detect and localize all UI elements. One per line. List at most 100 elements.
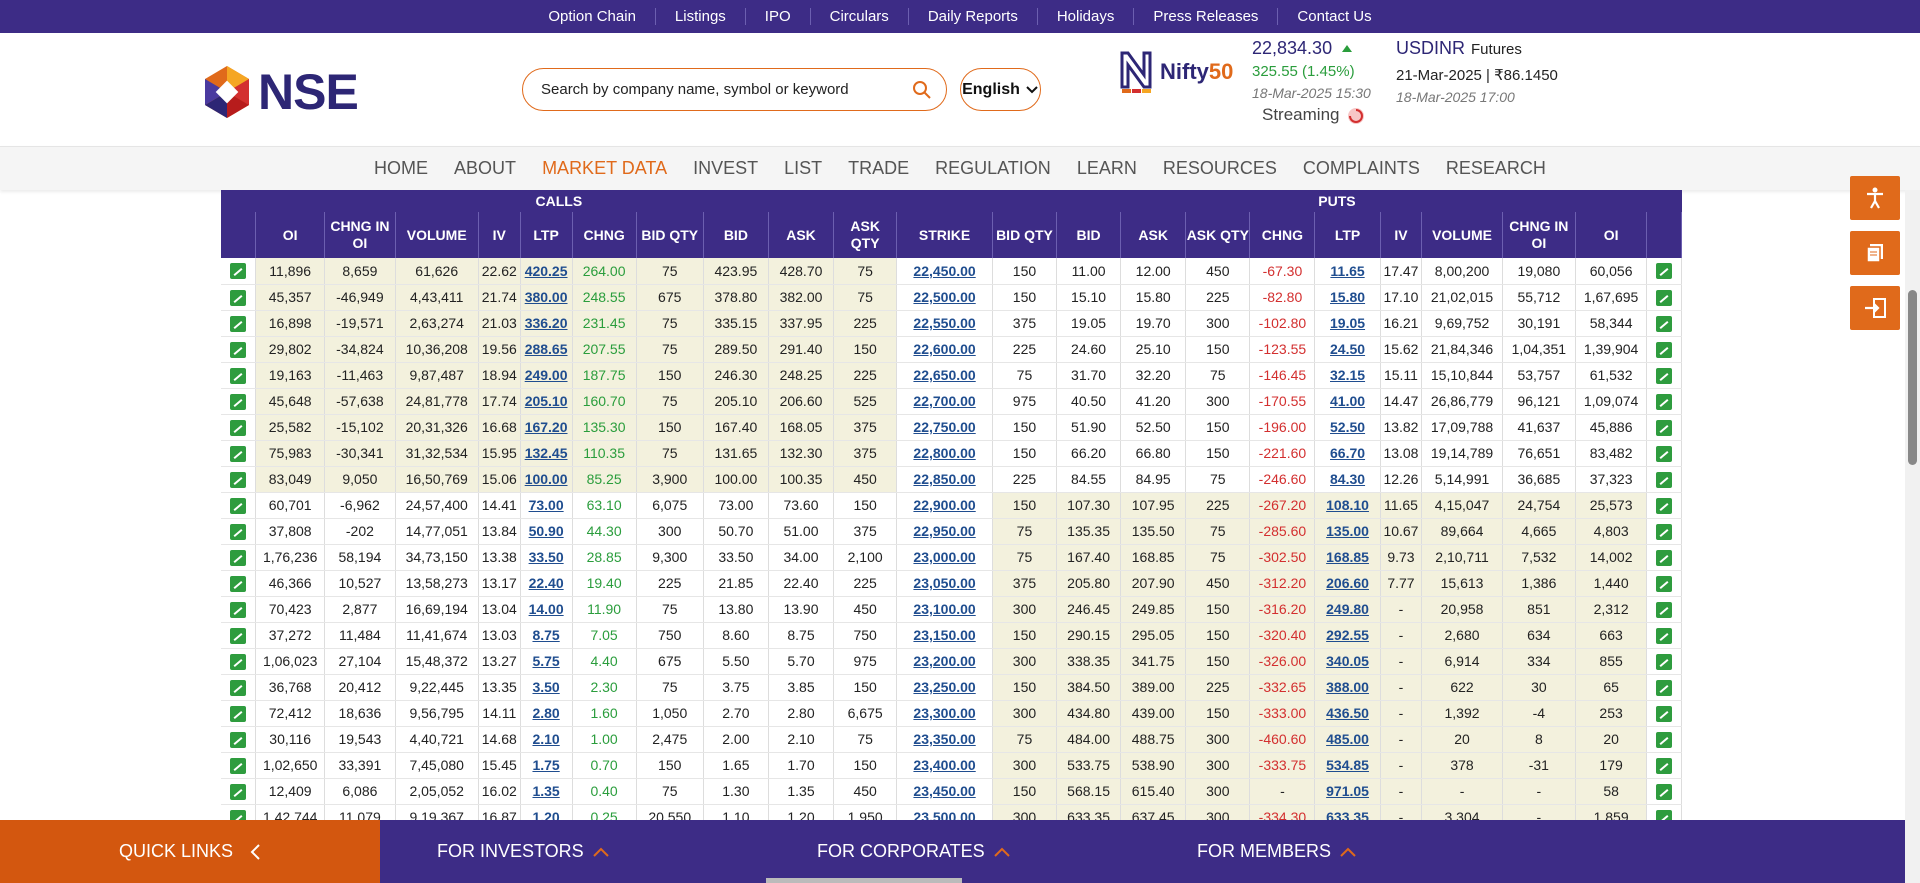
chart-icon[interactable] — [230, 497, 247, 514]
nav-home[interactable]: HOME — [374, 158, 428, 179]
quick-links-button[interactable]: QUICK LINKS — [0, 820, 380, 883]
col-header-ask-qty[interactable]: ASK QTY — [1185, 212, 1251, 258]
chart-icon[interactable] — [230, 627, 247, 644]
chart-icon[interactable] — [1656, 419, 1673, 436]
col-header-bid[interactable]: BID — [1056, 212, 1122, 258]
cell-ltp[interactable]: 41.00 — [1314, 388, 1381, 415]
chart-icon[interactable] — [1656, 471, 1673, 488]
cell-ltp[interactable]: 14.00 — [520, 596, 573, 623]
page-scrollbar[interactable] — [1905, 190, 1920, 883]
cell-strike[interactable]: 22,650.00 — [896, 362, 993, 389]
cell-ltp[interactable]: 1.20 — [520, 804, 573, 820]
chart-icon[interactable] — [1656, 627, 1673, 644]
for-corporates-button[interactable]: FOR CORPORATES — [817, 841, 1011, 862]
top-link-press-releases[interactable]: Press Releases — [1134, 8, 1279, 25]
cell-ltp[interactable]: 33.50 — [520, 544, 573, 571]
nifty50-logo[interactable]: Nifty50 — [1118, 49, 1233, 95]
nav-list[interactable]: LIST — [784, 158, 822, 179]
chart-icon[interactable] — [1656, 315, 1673, 332]
cell-ltp[interactable]: 132.45 — [520, 440, 573, 467]
cell-strike[interactable]: 22,500.00 — [896, 284, 993, 311]
top-link-option-chain[interactable]: Option Chain — [529, 8, 656, 25]
chart-icon[interactable] — [230, 445, 247, 462]
col-header-chng[interactable]: CHNG — [1249, 212, 1316, 258]
chart-icon[interactable] — [1656, 497, 1673, 514]
top-link-ipo[interactable]: IPO — [746, 8, 811, 25]
cell-ltp[interactable]: 2.10 — [520, 726, 573, 753]
cell-ltp[interactable]: 380.00 — [520, 284, 573, 311]
col-header-oi[interactable]: OI — [255, 212, 326, 258]
cell-ltp[interactable]: 534.85 — [1314, 752, 1381, 779]
cell-ltp[interactable]: 249.00 — [520, 362, 573, 389]
cell-ltp[interactable]: 206.60 — [1314, 570, 1381, 597]
chart-icon[interactable] — [1656, 809, 1673, 820]
scrollbar-thumb[interactable] — [1908, 290, 1917, 465]
chart-icon[interactable] — [1656, 653, 1673, 670]
chart-icon[interactable] — [230, 289, 247, 306]
cell-strike[interactable]: 23,250.00 — [896, 674, 993, 701]
top-link-contact-us[interactable]: Contact Us — [1278, 8, 1390, 25]
chart-icon[interactable] — [1656, 549, 1673, 566]
cell-strike[interactable]: 22,900.00 — [896, 492, 993, 519]
cell-ltp[interactable]: 1.75 — [520, 752, 573, 779]
cell-strike[interactable]: 23,300.00 — [896, 700, 993, 727]
cell-strike[interactable]: 23,400.00 — [896, 752, 993, 779]
top-link-daily-reports[interactable]: Daily Reports — [909, 8, 1038, 25]
cell-strike[interactable]: 22,750.00 — [896, 414, 993, 441]
cell-ltp[interactable]: 11.65 — [1314, 258, 1381, 285]
cell-ltp[interactable]: 50.90 — [520, 518, 573, 545]
col-header-ltp[interactable]: LTP — [1314, 212, 1381, 258]
chart-icon[interactable] — [230, 653, 247, 670]
chart-icon[interactable] — [230, 341, 247, 358]
nav-regulation[interactable]: REGULATION — [935, 158, 1051, 179]
cell-ltp[interactable]: 84.30 — [1314, 466, 1381, 493]
col-header-strike[interactable]: STRIKE — [896, 212, 993, 258]
chart-icon[interactable] — [1656, 731, 1673, 748]
cell-ltp[interactable]: 292.55 — [1314, 622, 1381, 649]
cell-ltp[interactable]: 19.05 — [1314, 310, 1381, 337]
nav-market-data[interactable]: MARKET DATA — [542, 158, 667, 179]
cell-strike[interactable]: 22,450.00 — [896, 258, 993, 285]
cell-strike[interactable]: 22,850.00 — [896, 466, 993, 493]
col-header-volume[interactable]: VOLUME — [1421, 212, 1503, 258]
col-header-bid[interactable]: BID — [703, 212, 769, 258]
usdinr-ticker[interactable]: USDINR Futures 21-Mar-2025 | ₹86.1450 18-… — [1396, 38, 1586, 105]
for-investors-button[interactable]: FOR INVESTORS — [437, 841, 610, 862]
chart-icon[interactable] — [230, 757, 247, 774]
chart-icon[interactable] — [1656, 289, 1673, 306]
cell-ltp[interactable]: 336.20 — [520, 310, 573, 337]
nav-invest[interactable]: INVEST — [693, 158, 758, 179]
cell-ltp[interactable]: 135.00 — [1314, 518, 1381, 545]
horizontal-scrollbar[interactable] — [766, 878, 962, 883]
nav-complaints[interactable]: COMPLAINTS — [1303, 158, 1420, 179]
cell-ltp[interactable]: 73.00 — [520, 492, 573, 519]
cell-strike[interactable]: 23,200.00 — [896, 648, 993, 675]
nav-research[interactable]: RESEARCH — [1446, 158, 1546, 179]
cell-ltp[interactable]: 22.40 — [520, 570, 573, 597]
col-header-bid-qty[interactable]: BID QTY — [992, 212, 1058, 258]
chart-icon[interactable] — [1656, 575, 1673, 592]
search-input[interactable] — [541, 81, 901, 98]
col-header-ltp[interactable]: LTP — [520, 212, 573, 258]
chart-icon[interactable] — [1656, 263, 1673, 280]
chart-icon[interactable] — [230, 731, 247, 748]
chart-icon[interactable] — [230, 263, 247, 280]
cell-strike[interactable]: 22,600.00 — [896, 336, 993, 363]
chart-icon[interactable] — [1656, 367, 1673, 384]
chart-icon[interactable] — [1656, 705, 1673, 722]
chart-icon[interactable] — [1656, 341, 1673, 358]
cell-ltp[interactable]: 1.35 — [520, 778, 573, 805]
cell-strike[interactable]: 23,050.00 — [896, 570, 993, 597]
cell-ltp[interactable]: 436.50 — [1314, 700, 1381, 727]
cell-ltp[interactable]: 108.10 — [1314, 492, 1381, 519]
col-header-iv[interactable]: IV — [478, 212, 521, 258]
cell-strike[interactable]: 22,950.00 — [896, 518, 993, 545]
copy-icon[interactable] — [1850, 231, 1900, 275]
search-box[interactable] — [522, 68, 947, 111]
col-header-bid-qty[interactable]: BID QTY — [636, 212, 704, 258]
cell-strike[interactable]: 22,700.00 — [896, 388, 993, 415]
chart-icon[interactable] — [230, 809, 247, 820]
cell-ltp[interactable]: 52.50 — [1314, 414, 1381, 441]
cell-ltp[interactable]: 2.80 — [520, 700, 573, 727]
chart-icon[interactable] — [230, 601, 247, 618]
